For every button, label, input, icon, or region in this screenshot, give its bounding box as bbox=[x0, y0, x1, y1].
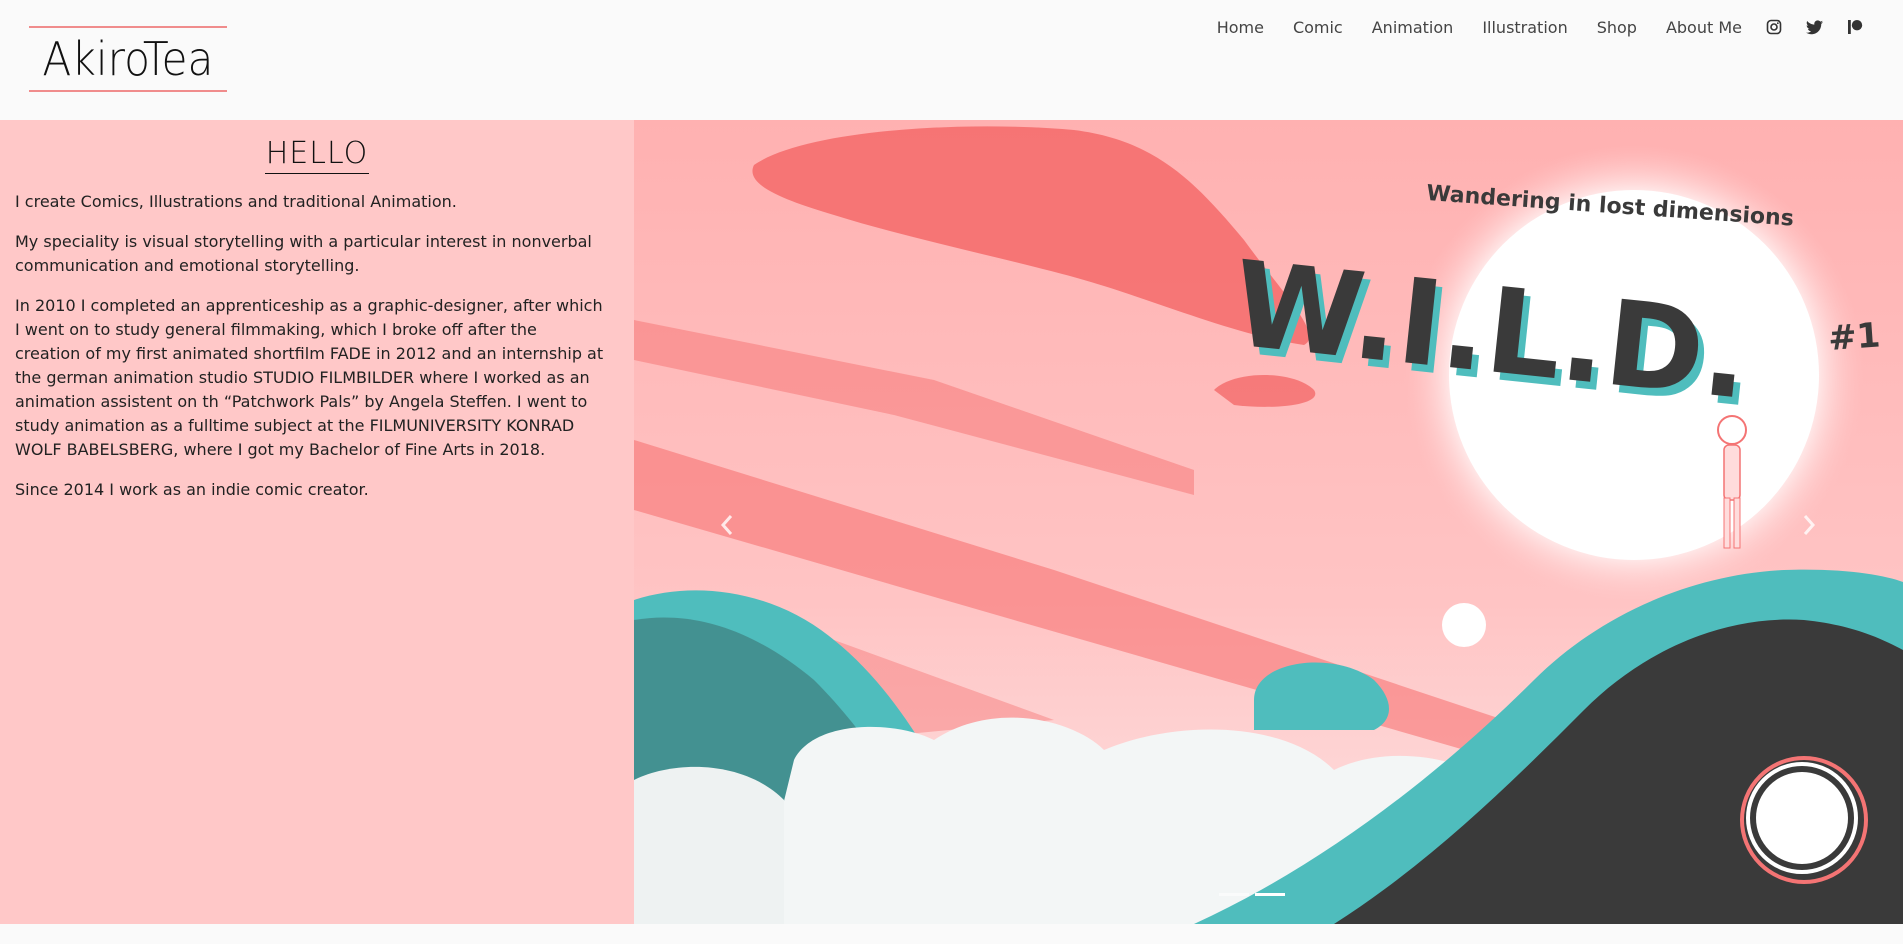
carousel-indicator-active[interactable] bbox=[1255, 893, 1285, 896]
nav-illustration[interactable]: Illustration bbox=[1482, 18, 1567, 37]
chevron-left-icon bbox=[720, 515, 733, 535]
carousel-indicators bbox=[1219, 893, 1285, 896]
about-paragraph: I create Comics, Illustrations and tradi… bbox=[15, 192, 457, 211]
badge-rings bbox=[1740, 756, 1868, 884]
image-carousel[interactable]: Wandering in lost dimensions W.I.L.D. W.… bbox=[634, 120, 1903, 924]
about-heading: HELLO bbox=[264, 136, 370, 174]
small-moon bbox=[1442, 603, 1486, 647]
about-paragraph: Since 2014 I work as an indie comic crea… bbox=[15, 480, 369, 499]
carousel-prev-button[interactable] bbox=[712, 505, 742, 545]
patreon-icon[interactable] bbox=[1847, 19, 1863, 35]
about-paragraph: My speciality is visual storytelling wit… bbox=[15, 232, 592, 275]
carousel-indicator[interactable] bbox=[1219, 893, 1249, 896]
slide-artwork: Wandering in lost dimensions W.I.L.D. W.… bbox=[634, 120, 1903, 924]
about-paragraph: In 2010 I completed an apprenticeship as… bbox=[15, 296, 604, 459]
nav-shop[interactable]: Shop bbox=[1597, 18, 1637, 37]
hero-section: HELLO I create Comics, Illustrations and… bbox=[0, 120, 1903, 924]
twitter-icon[interactable] bbox=[1806, 19, 1823, 35]
nav-animation[interactable]: Animation bbox=[1372, 18, 1454, 37]
chevron-right-icon bbox=[1803, 515, 1816, 535]
logo-text[interactable]: AkiroTea bbox=[42, 32, 213, 86]
page-bottom-strip bbox=[0, 924, 1903, 944]
nav-about-me[interactable]: About Me bbox=[1666, 18, 1742, 37]
nav-home[interactable]: Home bbox=[1217, 18, 1264, 37]
artwork-issue: #1 bbox=[1827, 315, 1882, 359]
nav-comic[interactable]: Comic bbox=[1293, 18, 1343, 37]
instagram-icon[interactable] bbox=[1766, 19, 1782, 35]
about-text: I create Comics, Illustrations and tradi… bbox=[15, 190, 605, 518]
carousel-next-button[interactable] bbox=[1794, 505, 1824, 545]
site-header: AkiroTea Home Comic Animation Illustrati… bbox=[0, 0, 1903, 120]
about-panel: HELLO I create Comics, Illustrations and… bbox=[0, 120, 634, 924]
cloud-foreground bbox=[634, 766, 784, 924]
about-heading-wrap: HELLO bbox=[0, 136, 634, 174]
site-logo[interactable]: AkiroTea bbox=[29, 26, 227, 92]
main-nav: Home Comic Animation Illustration Shop A… bbox=[1188, 14, 1863, 40]
